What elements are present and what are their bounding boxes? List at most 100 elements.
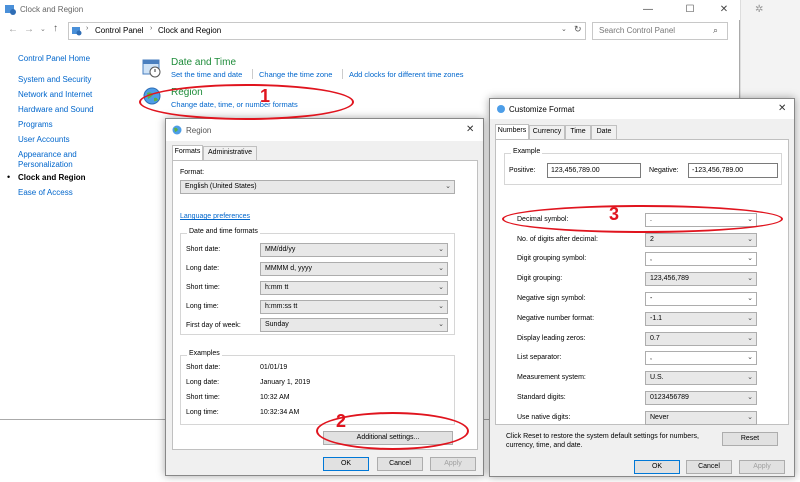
digits-after-decimal-select[interactable]: 2 ⌄ (645, 233, 757, 247)
back-arrow-icon[interactable]: ← (8, 24, 18, 35)
nav-programs[interactable]: Programs (18, 120, 53, 129)
nav-system-and-security[interactable]: System and Security (18, 75, 91, 84)
apply-button[interactable]: Apply (430, 457, 476, 471)
annotation-number-3: 3 (609, 204, 620, 224)
nav-appearance-and-personalization[interactable]: Appearance and Personalization (18, 150, 84, 170)
negative-sign-select[interactable]: - ⌄ (645, 292, 757, 306)
set-time-and-date-link[interactable]: Set the time and date (171, 70, 242, 79)
digits-after-decimal-label: No. of digits after decimal: (517, 236, 598, 243)
add-clocks-link[interactable]: Add clocks for different time zones (349, 70, 464, 79)
leading-zeros-value: 0.7 (650, 335, 660, 342)
close-icon[interactable]: ✕ (712, 2, 736, 18)
tab-numbers[interactable]: Numbers (495, 124, 529, 139)
tab-administrative[interactable]: Administrative (203, 146, 257, 160)
group-label: Examples (187, 350, 222, 357)
standard-digits-value: 0123456789 (650, 394, 689, 401)
list-separator-value: , (650, 354, 652, 361)
example-short-date-value: 01/01/19 (260, 364, 288, 371)
first-day-select[interactable]: Sunday ⌄ (260, 318, 448, 332)
nav-control-panel-home[interactable]: Control Panel Home (18, 54, 90, 63)
chevron-down-icon[interactable]: ⌄ (40, 25, 46, 33)
breadcrumb-control-panel[interactable]: Control Panel (95, 26, 143, 35)
first-day-label: First day of week: (186, 322, 241, 329)
chevron-down-icon: ⌄ (747, 374, 753, 381)
long-time-select[interactable]: h:mm:ss tt ⌄ (260, 300, 448, 314)
annotation-ellipse-1 (139, 84, 354, 120)
maximize-icon[interactable]: ☐ (678, 2, 702, 18)
chevron-down-icon: ⌄ (747, 335, 753, 342)
numbers-panel: Example Positive: 123,456,789.00 Negativ… (495, 139, 789, 425)
ok-button[interactable]: OK (323, 457, 369, 471)
chevron-down-icon[interactable]: ⌄ (561, 25, 567, 33)
language-preferences-link[interactable]: Language preferences (180, 213, 250, 220)
close-icon[interactable]: ✕ (466, 124, 474, 135)
measurement-system-select[interactable]: U.S. ⌄ (645, 371, 757, 385)
reset-button[interactable]: Reset (722, 432, 778, 446)
tab-currency[interactable]: Currency (529, 125, 565, 139)
digit-grouping-select[interactable]: 123,456,789 ⌄ (645, 272, 757, 286)
native-digits-select[interactable]: Never ⌄ (645, 411, 757, 425)
example-long-date-label: Long date: (186, 379, 220, 386)
cancel-button[interactable]: Cancel (686, 460, 732, 474)
tab-formats[interactable]: Formats (172, 145, 203, 160)
refresh-icon[interactable]: ↻ (574, 24, 582, 35)
nav-network-and-internet[interactable]: Network and Internet (18, 90, 92, 99)
digit-grouping-symbol-select[interactable]: , ⌄ (645, 252, 757, 266)
chevron-down-icon: ⌄ (747, 255, 753, 262)
customize-format-title-bar: Customize Format ✕ (490, 99, 794, 119)
chevron-down-icon: ⌄ (747, 315, 753, 322)
ok-button[interactable]: OK (634, 460, 680, 474)
region-dialog-title: Region (186, 126, 212, 135)
nav-ease-of-access[interactable]: Ease of Access (18, 188, 73, 197)
forward-arrow-icon[interactable]: → (24, 24, 34, 35)
nav-hardware-and-sound[interactable]: Hardware and Sound (18, 105, 94, 114)
annotation-number-1: 1 (260, 86, 271, 106)
example-group: Example Positive: 123,456,789.00 Negativ… (504, 148, 782, 185)
search-icon[interactable]: ⌕ (713, 25, 718, 36)
tab-date[interactable]: Date (591, 125, 617, 139)
long-date-select[interactable]: MMMM d, yyyy ⌄ (260, 262, 448, 276)
digit-grouping-label: Digit grouping: (517, 275, 563, 282)
minimize-icon[interactable]: — (636, 2, 660, 18)
negative-sign-value: - (650, 295, 653, 302)
tab-time[interactable]: Time (565, 125, 591, 139)
chevron-down-icon: ⌄ (747, 295, 753, 302)
up-arrow-icon[interactable]: ↑ (53, 23, 58, 34)
cancel-button[interactable]: Cancel (377, 457, 423, 471)
list-separator-select[interactable]: , ⌄ (645, 351, 757, 365)
short-date-select[interactable]: MM/dd/yy ⌄ (260, 243, 448, 257)
measurement-system-label: Measurement system: (517, 374, 586, 381)
address-bar[interactable]: › Control Panel › Clock and Region ⌄ ↻ (68, 22, 586, 40)
region-dialog-title-bar: Region ✕ (166, 119, 483, 141)
format-select[interactable]: English (United States) ⌄ (180, 180, 455, 194)
search-placeholder: Search Control Panel (599, 26, 676, 35)
format-label: Format: (180, 169, 205, 176)
breadcrumb-clock-and-region[interactable]: Clock and Region (158, 26, 221, 35)
link-divider (342, 69, 343, 79)
change-time-zone-link[interactable]: Change the time zone (259, 70, 332, 79)
chevron-down-icon: ⌄ (438, 246, 444, 253)
chevron-down-icon: ⌄ (747, 236, 753, 243)
close-icon[interactable]: ✕ (778, 103, 786, 114)
digits-after-decimal-value: 2 (650, 236, 654, 243)
leading-zeros-select[interactable]: 0.7 ⌄ (645, 332, 757, 346)
settings-icon[interactable]: ✲ (755, 4, 763, 15)
search-input[interactable]: Search Control Panel ⌕ (592, 22, 728, 40)
nav-clock-and-region[interactable]: Clock and Region (18, 173, 86, 182)
date-and-time-heading[interactable]: Date and Time (171, 57, 236, 68)
positive-value-field: 123,456,789.00 (547, 163, 641, 178)
standard-digits-select[interactable]: 0123456789 ⌄ (645, 391, 757, 405)
short-time-select[interactable]: h:mm tt ⌄ (260, 281, 448, 295)
negative-number-format-select[interactable]: -1.1 ⌄ (645, 312, 757, 326)
date-and-time-icon (142, 58, 162, 78)
globe-icon (172, 125, 182, 135)
short-time-value: h:mm tt (265, 284, 289, 291)
nav-user-accounts[interactable]: User Accounts (18, 135, 70, 144)
native-digits-value: Never (650, 414, 669, 421)
short-date-label: Short date: (186, 246, 221, 253)
list-separator-label: List separator: (517, 354, 562, 361)
group-label: Example (511, 148, 543, 155)
negative-label: Negative: (649, 167, 679, 174)
positive-label: Positive: (509, 167, 536, 174)
apply-button[interactable]: Apply (739, 460, 785, 474)
